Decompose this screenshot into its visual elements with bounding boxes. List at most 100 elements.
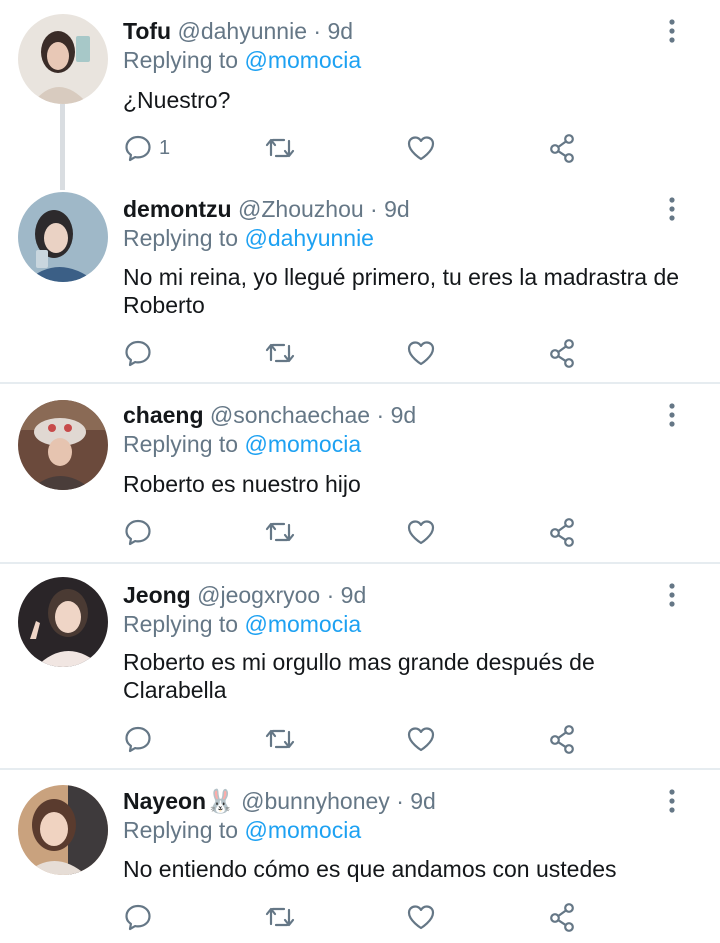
share-button[interactable] — [548, 336, 578, 370]
tweet-text: Roberto es nuestro hijo — [123, 471, 361, 497]
tweet-actions: 1 — [123, 131, 603, 165]
replying-to-label: Replying to — [123, 431, 239, 457]
tweet-header: Nayeon🐰 @bunnyhoney · 9d — [123, 787, 436, 815]
username[interactable]: @jeogxryoo — [197, 582, 320, 608]
timestamp[interactable]: 9d — [341, 582, 367, 608]
display-name[interactable]: demontzu — [123, 196, 232, 222]
more-icon[interactable] — [660, 195, 684, 223]
display-name[interactable]: Jeong — [123, 582, 191, 608]
separator-dot: · — [326, 582, 335, 608]
tweet-actions — [123, 900, 603, 934]
reply-button[interactable]: 1 — [123, 131, 170, 165]
display-name[interactable]: chaeng — [123, 402, 204, 428]
like-button[interactable] — [406, 131, 436, 165]
name-emoji: 🐰 — [206, 788, 235, 814]
replying-to: Replying to @momocia — [123, 610, 361, 638]
like-button[interactable] — [406, 515, 436, 549]
share-button[interactable] — [548, 515, 578, 549]
tweet-text: ¿Nuestro? — [123, 87, 231, 113]
more-icon[interactable] — [660, 581, 684, 609]
display-name[interactable]: Tofu — [123, 18, 171, 44]
reply-button[interactable] — [123, 722, 159, 756]
more-icon[interactable] — [660, 17, 684, 45]
heart-icon — [406, 902, 436, 932]
more-icon[interactable] — [660, 401, 684, 429]
timestamp[interactable]: 9d — [391, 402, 417, 428]
replying-to-label: Replying to — [123, 47, 239, 73]
retweet-button[interactable] — [263, 900, 297, 934]
timestamp[interactable]: 9d — [327, 18, 353, 44]
retweet-icon — [263, 724, 297, 754]
like-button[interactable] — [406, 900, 436, 934]
tweet[interactable]: Jeong @jeogxryoo · 9d Replying to @momoc… — [0, 564, 720, 768]
tweet-actions — [123, 515, 603, 549]
avatar[interactable] — [18, 192, 108, 282]
retweet-button[interactable] — [263, 336, 297, 370]
share-button[interactable] — [548, 900, 578, 934]
replying-to-label: Replying to — [123, 817, 239, 843]
replying-to: Replying to @dahyunnie — [123, 224, 374, 252]
reply-icon — [123, 133, 153, 163]
tweet-actions — [123, 722, 603, 756]
replying-to: Replying to @momocia — [123, 816, 361, 844]
reply-to-handle[interactable]: @dahyunnie — [244, 225, 374, 251]
tweet[interactable]: chaeng @sonchaechae · 9d Replying to @mo… — [0, 384, 720, 562]
heart-icon — [406, 338, 436, 368]
reply-to-handle[interactable]: @momocia — [244, 817, 361, 843]
retweet-icon — [263, 338, 297, 368]
avatar[interactable] — [18, 577, 108, 667]
tweet-header: Jeong @jeogxryoo · 9d — [123, 581, 366, 609]
timestamp[interactable]: 9d — [410, 788, 436, 814]
reply-icon — [123, 517, 153, 547]
avatar[interactable] — [18, 785, 108, 875]
tweet[interactable]: demontzu @Zhouzhou · 9d Replying to @dah… — [0, 190, 720, 382]
reply-button[interactable] — [123, 336, 159, 370]
replying-to: Replying to @momocia — [123, 46, 361, 74]
reply-button[interactable] — [123, 515, 159, 549]
separator-dot: · — [376, 402, 385, 428]
tweet-header: Tofu @dahyunnie · 9d — [123, 17, 353, 45]
username[interactable]: @dahyunnie — [178, 18, 308, 44]
share-button[interactable] — [548, 131, 578, 165]
more-icon[interactable] — [660, 787, 684, 815]
tweet-text: No entiendo cómo es que andamos con uste… — [123, 856, 617, 882]
separator-dot: · — [313, 18, 322, 44]
reply-button[interactable] — [123, 900, 159, 934]
like-button[interactable] — [406, 722, 436, 756]
tweet[interactable]: Tofu @dahyunnie · 9d Replying to @momoci… — [0, 0, 720, 190]
share-icon — [548, 724, 578, 754]
retweet-icon — [263, 133, 297, 163]
separator-dot: · — [370, 196, 378, 222]
tweet[interactable]: Nayeon🐰 @bunnyhoney · 9d Replying to @mo… — [0, 770, 720, 943]
timestamp[interactable]: 9d — [384, 196, 410, 222]
username[interactable]: @bunnyhoney — [241, 788, 390, 814]
avatar[interactable] — [18, 14, 108, 104]
retweet-button[interactable] — [263, 722, 297, 756]
share-icon — [548, 338, 578, 368]
tweet-header: chaeng @sonchaechae · 9d — [123, 401, 416, 429]
tweet-actions — [123, 336, 603, 370]
retweet-button[interactable] — [263, 131, 297, 165]
like-button[interactable] — [406, 336, 436, 370]
share-icon — [548, 902, 578, 932]
username[interactable]: @Zhouzhou — [238, 196, 364, 222]
username[interactable]: @sonchaechae — [210, 402, 370, 428]
reply-icon — [123, 724, 153, 754]
heart-icon — [406, 133, 436, 163]
heart-icon — [406, 517, 436, 547]
share-button[interactable] — [548, 722, 578, 756]
retweet-icon — [263, 902, 297, 932]
retweet-button[interactable] — [263, 515, 297, 549]
tweet-text: Roberto es mi orgullo mas grande después… — [123, 649, 595, 703]
share-icon — [548, 517, 578, 547]
replying-to: Replying to @momocia — [123, 430, 361, 458]
reply-to-handle[interactable]: @momocia — [244, 431, 361, 457]
heart-icon — [406, 724, 436, 754]
reply-icon — [123, 338, 153, 368]
avatar[interactable] — [18, 400, 108, 490]
display-name[interactable]: Nayeon — [123, 788, 206, 814]
reply-to-handle[interactable]: @momocia — [244, 47, 361, 73]
share-icon — [548, 133, 578, 163]
reply-count: 1 — [159, 136, 171, 159]
reply-to-handle[interactable]: @momocia — [244, 611, 361, 637]
